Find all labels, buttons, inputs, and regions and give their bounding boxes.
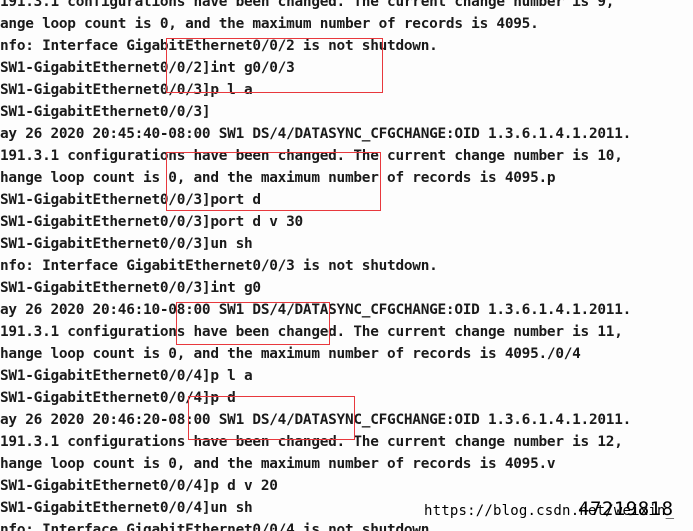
terminal-line: 191.3.1 configurations have been changed…: [0, 0, 615, 10]
terminal-line: SW1-GigabitEthernet0/0/3]p l a: [0, 82, 253, 98]
terminal-line: ay 26 2020 20:46:20-08:00 SW1 DS/4/DATAS…: [0, 412, 632, 428]
terminal-line: ay 26 2020 20:46:10-08:00 SW1 DS/4/DATAS…: [0, 302, 632, 318]
terminal-line: SW1-GigabitEthernet0/0/3]int g0: [0, 280, 261, 296]
screenshot-root: 191.3.1 configurations have been changed…: [0, 0, 693, 531]
terminal-line: hange loop count is 0, and the maximum n…: [0, 346, 581, 362]
terminal-line: hange loop count is 0, and the maximum n…: [0, 170, 556, 186]
terminal-line: SW1-GigabitEthernet0/0/4]un sh: [0, 500, 253, 516]
terminal-line: 191.3.1 configurations have been changed…: [0, 434, 623, 450]
terminal-line: 191.3.1 configurations have been changed…: [0, 148, 623, 164]
terminal-line: ange loop count is 0, and the maximum nu…: [0, 16, 539, 32]
terminal-line: nfo: Interface GigabitEthernet0/0/4 is n…: [0, 522, 438, 531]
terminal-line: SW1-GigabitEthernet0/0/4]p d: [0, 390, 236, 406]
terminal-line: SW1-GigabitEthernet0/0/3]port d v 30: [0, 214, 303, 230]
terminal-output-pane[interactable]: 191.3.1 configurations have been changed…: [0, 0, 693, 531]
terminal-line: SW1-GigabitEthernet0/0/4]p l a: [0, 368, 253, 384]
terminal-line: SW1-GigabitEthernet0/0/3]port d: [0, 192, 261, 208]
terminal-line: SW1-GigabitEthernet0/0/3]un sh: [0, 236, 253, 252]
terminal-line: SW1-GigabitEthernet0/0/3]: [0, 104, 211, 120]
watermark-user-id: 47219818: [578, 498, 674, 520]
terminal-line: SW1-GigabitEthernet0/0/2]int g0/0/3: [0, 60, 295, 76]
terminal-line: hange loop count is 0, and the maximum n…: [0, 456, 556, 472]
terminal-line: nfo: Interface GigabitEthernet0/0/2 is n…: [0, 38, 438, 54]
terminal-line: nfo: Interface GigabitEthernet0/0/3 is n…: [0, 258, 438, 274]
terminal-line: SW1-GigabitEthernet0/0/4]p d v 20: [0, 478, 278, 494]
terminal-line: 191.3.1 configurations have been changed…: [0, 324, 623, 340]
terminal-line: ay 26 2020 20:45:40-08:00 SW1 DS/4/DATAS…: [0, 126, 632, 142]
